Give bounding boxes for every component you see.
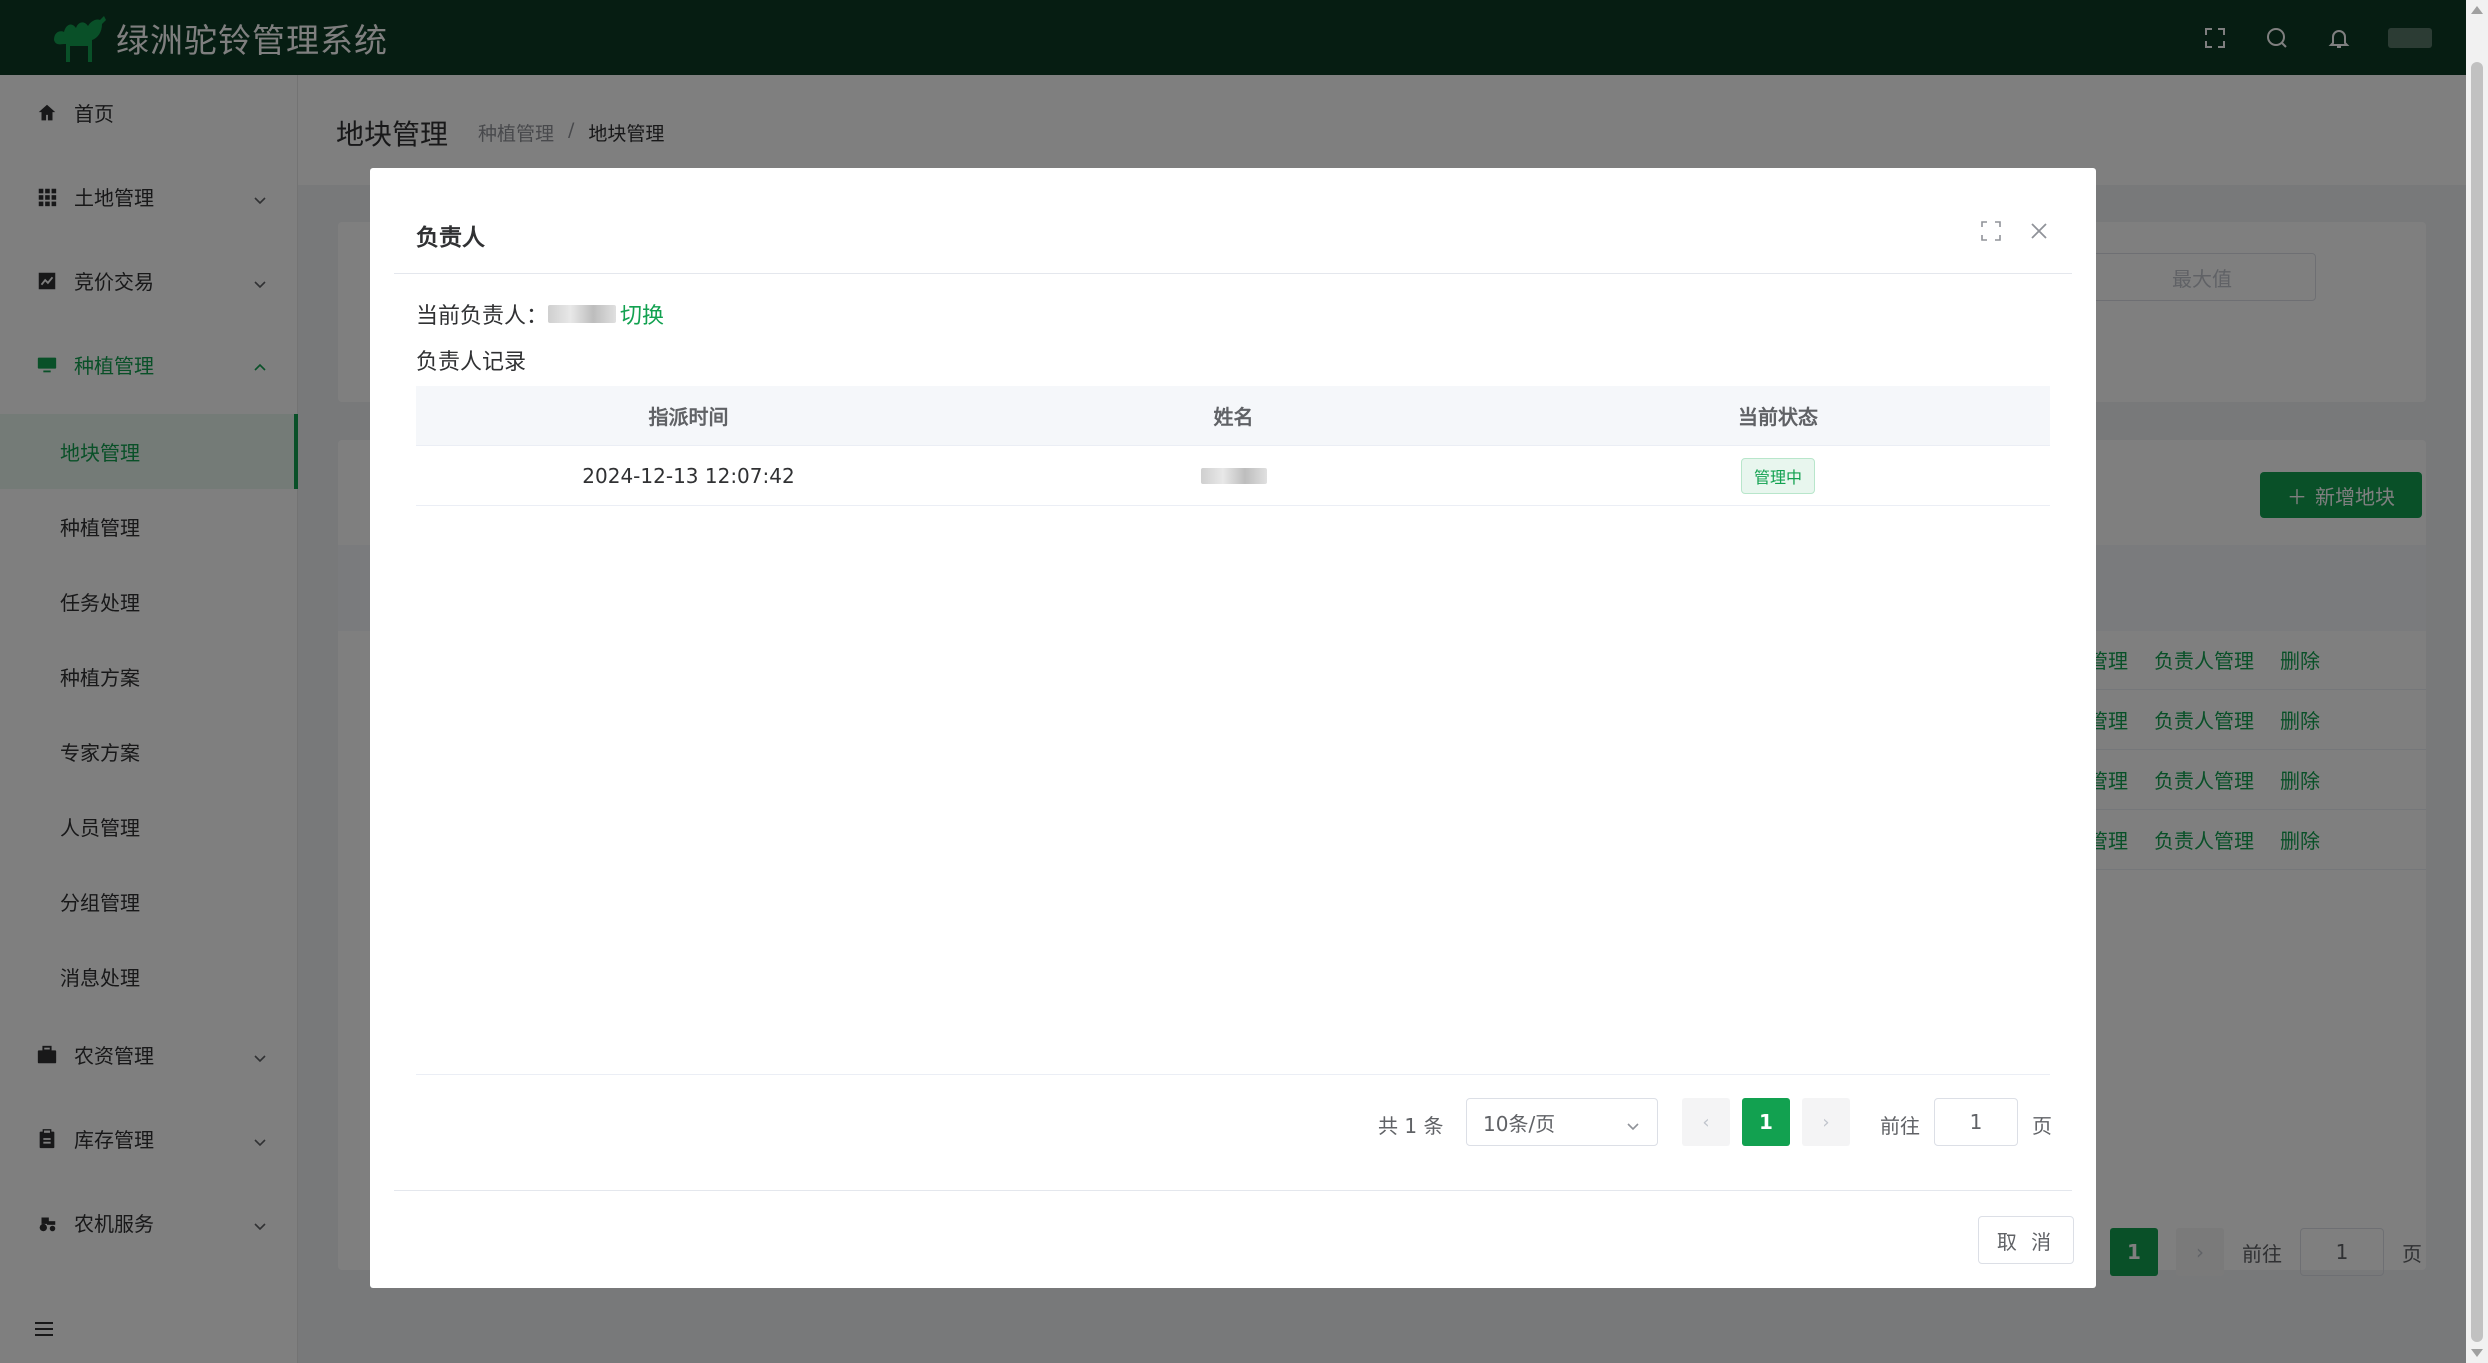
divider xyxy=(394,273,2072,274)
chevron-down-icon xyxy=(1625,1115,1641,1131)
cancel-button[interactable]: 取 消 xyxy=(1978,1216,2074,1264)
dialog-pagination: 共 1 条 10条/页 ‹ 1 › 前往 页 xyxy=(370,1098,2096,1148)
switch-owner-link[interactable]: 切换 xyxy=(620,298,664,330)
total-count: 共 1 条 xyxy=(1378,1114,1444,1138)
divider xyxy=(416,1074,2050,1075)
page-label: 页 xyxy=(2032,1114,2052,1138)
column-header: 当前状态 xyxy=(1738,405,1818,429)
column-header: 指派时间 xyxy=(648,405,729,429)
page-number[interactable]: 1 xyxy=(1742,1098,1790,1146)
goto-label: 前往 xyxy=(1880,1114,1920,1138)
current-owner-label: 当前负责人： xyxy=(416,304,549,329)
status-badge: 管理中 xyxy=(1740,457,1815,494)
status-cell: 管理中 xyxy=(1506,446,2050,505)
prev-page-icon[interactable]: ‹ xyxy=(1682,1098,1730,1146)
fullscreen-icon[interactable] xyxy=(1980,220,2002,242)
scrollbar[interactable] xyxy=(2466,0,2488,1363)
scroll-up-icon[interactable] xyxy=(2471,6,2483,14)
name-cell xyxy=(961,446,1506,505)
table-header: 指派时间 姓名 当前状态 xyxy=(416,386,2050,446)
table-row: 2024-12-13 12:07:42 管理中 xyxy=(416,446,2050,506)
assign-time-cell: 2024-12-13 12:07:42 xyxy=(582,463,795,488)
page-size-value: 10条/页 xyxy=(1483,1111,1556,1136)
records-label: 负责人记录 xyxy=(416,350,527,375)
scrollbar-thumb[interactable] xyxy=(2471,62,2483,1342)
close-icon[interactable] xyxy=(2028,220,2050,242)
page-size-select[interactable]: 10条/页 xyxy=(1466,1098,1658,1146)
masked-name xyxy=(1200,467,1267,484)
current-owner: 当前负责人： 切换 xyxy=(416,298,664,330)
goto-page-input[interactable] xyxy=(1934,1098,2018,1146)
divider xyxy=(394,1190,2072,1191)
scroll-down-icon[interactable] xyxy=(2471,1349,2483,1357)
next-page-icon[interactable]: › xyxy=(1802,1098,1850,1146)
masked-name xyxy=(548,305,617,323)
owner-records-table: 指派时间 姓名 当前状态 2024-12-13 12:07:42 管理中 xyxy=(416,386,2050,506)
owner-dialog: 负责人 当前负责人： 切换 负责人记录 指派时间 姓名 当前状态 2024-12… xyxy=(370,168,2096,1288)
column-header: 姓名 xyxy=(1213,405,1254,429)
dialog-title: 负责人 xyxy=(416,225,485,251)
